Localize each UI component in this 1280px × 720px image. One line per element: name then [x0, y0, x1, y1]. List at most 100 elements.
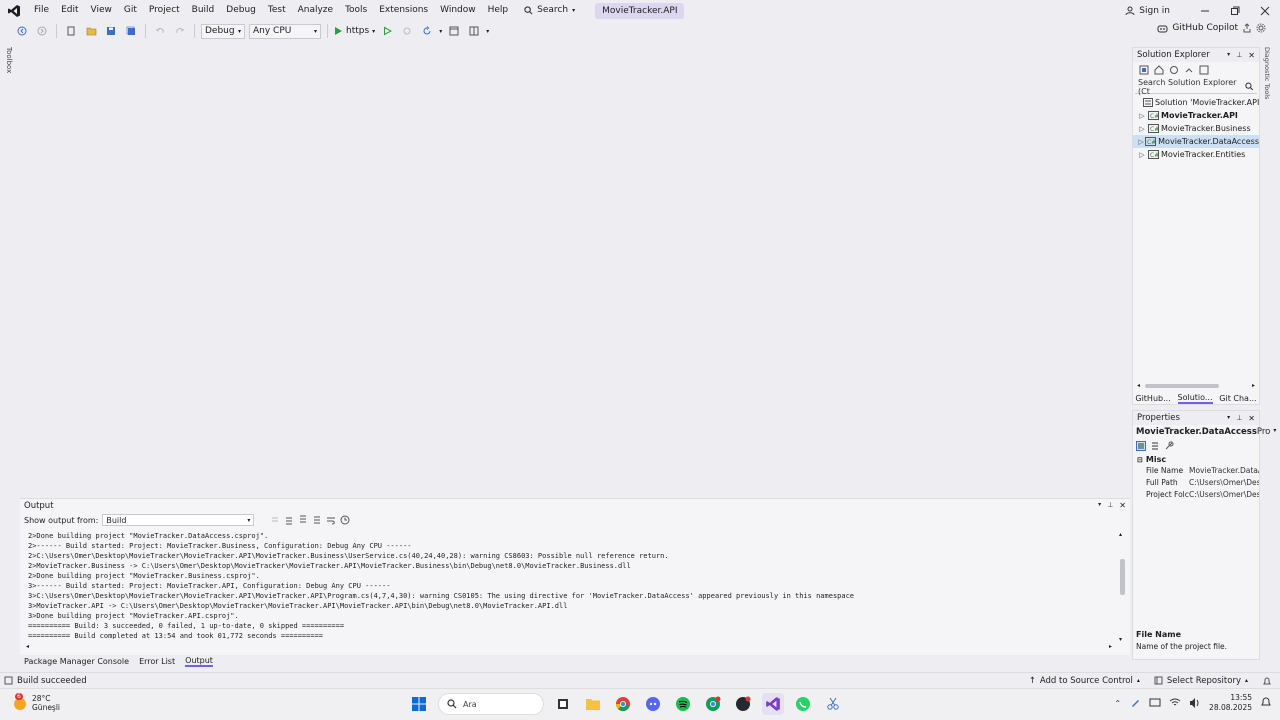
menu-item[interactable]: Window	[434, 0, 482, 21]
toolbox-tab[interactable]: Toolbox	[5, 47, 13, 73]
add-to-source-control-button[interactable]: ↑ Add to Source Control ▴	[1029, 676, 1140, 686]
chevron-down-icon[interactable]: ▾	[1227, 51, 1230, 60]
close-window-button[interactable]	[1250, 0, 1280, 21]
bottom-tab[interactable]: Output	[185, 656, 213, 667]
output-vertical-scrollbar[interactable]: ▴ ▾	[1118, 531, 1126, 643]
menu-item[interactable]: Help	[482, 0, 515, 21]
share-icon[interactable]	[1242, 23, 1252, 33]
menu-item[interactable]: Analyze	[292, 0, 339, 21]
scroll-right-icon[interactable]: ▸	[1252, 382, 1255, 389]
clear-all-icon[interactable]	[312, 515, 322, 525]
platform-select[interactable]: Any CPU ▾	[249, 23, 321, 39]
alphabetical-icon[interactable]	[1150, 441, 1160, 451]
menu-item[interactable]: Test	[262, 0, 292, 21]
pin-icon[interactable]: ⊥	[1236, 414, 1242, 423]
menu-item[interactable]: Project	[143, 0, 186, 21]
scroll-left-icon[interactable]: ◂	[26, 643, 29, 650]
home-icon[interactable]	[1154, 65, 1164, 75]
property-pages-icon[interactable]	[1164, 441, 1174, 451]
expand-arrow-icon[interactable]: ▷	[1137, 112, 1147, 120]
properties-object-select[interactable]: MovieTracker.DataAccess Pro ▾	[1133, 425, 1276, 439]
file-explorer-button[interactable]	[582, 693, 604, 715]
property-row[interactable]: Full Path C:\Users\Omer\Des	[1133, 478, 1259, 490]
show-all-files-icon[interactable]	[1199, 65, 1209, 75]
start-debugging-button[interactable]: https ▾	[334, 26, 375, 36]
save-all-button[interactable]	[123, 23, 139, 39]
restore-button[interactable]	[1220, 0, 1250, 21]
output-text[interactable]: 2>Done building project "MovieTracker.Da…	[28, 531, 1112, 639]
notifications-bell-icon[interactable]	[1262, 676, 1272, 686]
start-without-debugging-button[interactable]	[379, 23, 395, 39]
menu-item[interactable]: Edit	[55, 0, 84, 21]
project-node[interactable]: ▷ C# MovieTracker.API	[1133, 109, 1259, 122]
configuration-select[interactable]: Debug ▾	[201, 23, 245, 39]
minimize-button[interactable]	[1190, 0, 1220, 21]
property-row[interactable]: File Name MovieTracker.DataA	[1133, 466, 1259, 478]
project-node[interactable]: ▷ C# MovieTracker.DataAccess	[1133, 135, 1259, 148]
scroll-thumb[interactable]	[1145, 384, 1219, 388]
menu-item[interactable]: Extensions	[373, 0, 434, 21]
categorized-icon[interactable]	[1136, 441, 1146, 451]
bottom-tab[interactable]: Error List	[139, 657, 175, 666]
pane-tab[interactable]: Git Cha...	[1219, 394, 1256, 403]
start-button[interactable]	[408, 693, 430, 715]
open-file-button[interactable]	[83, 23, 99, 39]
layout-button[interactable]	[466, 23, 482, 39]
scroll-left-icon[interactable]: ◂	[1137, 382, 1140, 389]
settings-gear-icon[interactable]	[1256, 23, 1266, 33]
task-view-button[interactable]	[552, 693, 574, 715]
menu-item[interactable]: File	[28, 0, 55, 21]
bottom-tab[interactable]: Package Manager Console	[24, 657, 129, 666]
diagnostic-tools-tab[interactable]: Diagnostic Tools	[1263, 47, 1277, 117]
scroll-thumb[interactable]	[1120, 559, 1125, 595]
scroll-right-icon[interactable]: ▸	[1109, 643, 1112, 650]
clock-icon[interactable]	[340, 515, 350, 525]
whatsapp-button[interactable]	[792, 693, 814, 715]
solution-horizontal-scrollbar[interactable]: ◂ ▸	[1137, 382, 1255, 390]
navigate-forward-button[interactable]	[34, 23, 50, 39]
solution-search-input[interactable]: Search Solution Explorer (Ct	[1135, 78, 1257, 96]
collapse-all-icon[interactable]	[1184, 65, 1194, 75]
spotify-button[interactable]	[672, 693, 694, 715]
snipping-tool-button[interactable]	[822, 693, 844, 715]
project-node[interactable]: ▷ C# MovieTracker.Business	[1133, 122, 1259, 135]
find-message-icon[interactable]	[270, 515, 280, 525]
weather-widget[interactable]: 6 28°C Güneşli	[12, 693, 60, 712]
pen-icon[interactable]	[1129, 697, 1141, 709]
go-to-next-icon[interactable]	[284, 515, 294, 525]
sign-in-button[interactable]: Sign in	[1125, 6, 1170, 16]
github-copilot-button[interactable]: GitHub Copilot	[1157, 23, 1266, 33]
switch-views-icon[interactable]	[1139, 65, 1149, 75]
solution-node[interactable]: Solution 'MovieTracker.API' (	[1133, 96, 1259, 109]
output-source-select[interactable]: Build ▾	[102, 514, 255, 526]
expand-arrow-icon[interactable]: ▷	[1137, 151, 1147, 159]
output-horizontal-scrollbar[interactable]: ◂ ▸	[26, 643, 1112, 652]
menu-item[interactable]: View	[85, 0, 118, 21]
pane-tab[interactable]: Solutio...	[1177, 393, 1213, 404]
menu-item[interactable]: Build	[186, 0, 221, 21]
github-desktop-button[interactable]	[732, 693, 754, 715]
toggle-word-wrap-icon[interactable]	[326, 515, 336, 525]
chevron-down-icon[interactable]: ▾	[1227, 414, 1230, 423]
toolbar-overflow-icon[interactable]: ▾	[486, 28, 489, 35]
scroll-up-icon[interactable]: ▴	[1119, 531, 1122, 538]
notification-center-icon[interactable]	[1260, 697, 1272, 709]
taskbar-search[interactable]: Ara	[438, 693, 544, 715]
search-button[interactable]: Search ▾	[518, 0, 581, 21]
property-row[interactable]: Project Folc C:\Users\Omer\Des	[1133, 490, 1259, 502]
attach-button[interactable]	[399, 23, 415, 39]
hot-reload-button[interactable]	[419, 23, 435, 39]
menu-item[interactable]: Tools	[339, 0, 373, 21]
save-button[interactable]	[103, 23, 119, 39]
close-icon[interactable]: ✕	[1248, 414, 1255, 423]
discord-button[interactable]	[642, 693, 664, 715]
pin-icon[interactable]: ⊥	[1107, 501, 1113, 510]
chevron-down-icon[interactable]: ▾	[439, 28, 442, 35]
new-project-button[interactable]	[63, 23, 79, 39]
expand-arrow-icon[interactable]: ▷	[1137, 138, 1145, 146]
go-to-previous-icon[interactable]	[298, 515, 308, 525]
close-icon[interactable]: ✕	[1119, 501, 1126, 510]
properties-category[interactable]: ⊟ Misc	[1133, 453, 1259, 466]
expand-arrow-icon[interactable]: ▷	[1137, 125, 1147, 133]
scroll-down-icon[interactable]: ▾	[1119, 636, 1122, 643]
